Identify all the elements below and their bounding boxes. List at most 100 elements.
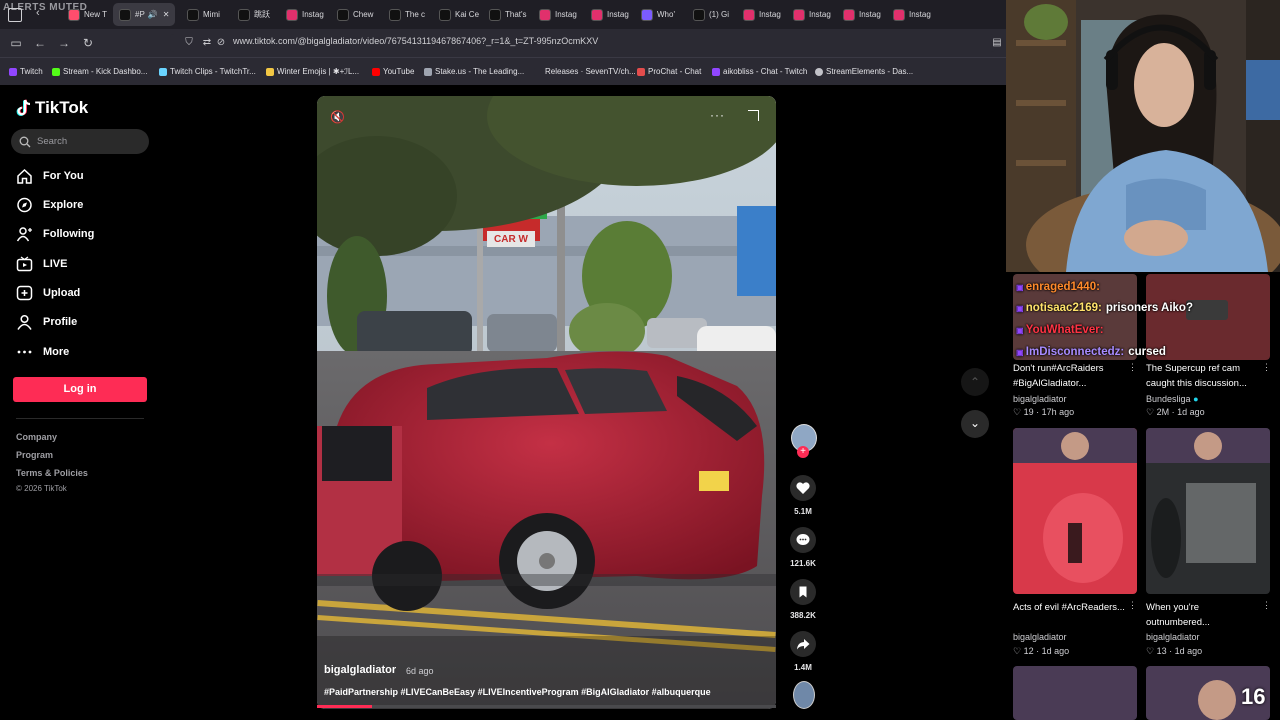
footer-company[interactable]: Company xyxy=(16,432,57,442)
video-options-icon[interactable]: ··· xyxy=(710,108,725,122)
browser-tab-active[interactable]: #P 🔊 ✕ xyxy=(113,3,175,26)
video-author[interactable]: bigalgladiator xyxy=(324,664,396,676)
comment-count: 121.6K xyxy=(790,559,816,568)
bookmark-kick[interactable]: Stream - Kick Dashbo... xyxy=(52,67,147,76)
tab-label: Kai Ce xyxy=(455,10,480,19)
tiktok-logo[interactable]: TikTok xyxy=(16,98,88,118)
chat-message: ▣ ImDisconnectedz: cursed xyxy=(1016,346,1166,358)
tab-favicon-icon xyxy=(693,8,705,21)
video-progress-track[interactable] xyxy=(317,705,776,708)
mute-icon[interactable]: 🔇 xyxy=(330,110,345,124)
nav-explore[interactable]: Explore xyxy=(16,197,83,213)
browser-tab[interactable]: 跳跃 xyxy=(232,3,280,26)
sub-count-badge: 16 xyxy=(1241,684,1266,709)
browser-tab[interactable]: Chew xyxy=(331,3,379,26)
bookmark-aikobliss-chat[interactable]: aikobliss - Chat - Twitch xyxy=(712,67,807,76)
search-icon xyxy=(19,136,31,147)
comment-button[interactable] xyxy=(790,527,816,553)
shield-icon[interactable]: ⛉ xyxy=(182,36,196,50)
sidebar-toggle-icon[interactable]: ▭ xyxy=(9,36,23,50)
browser-tab[interactable]: That's xyxy=(483,3,531,26)
browser-tab[interactable]: New T xyxy=(62,3,110,26)
next-video-button[interactable]: ⌄ xyxy=(961,410,989,438)
browser-tab[interactable]: Instag xyxy=(837,3,885,26)
thumbnail-image xyxy=(1146,428,1270,594)
card-author-2[interactable]: Bundesliga ● xyxy=(1146,394,1199,404)
tab-favicon-icon xyxy=(337,8,349,21)
nav-following[interactable]: Following xyxy=(16,226,94,242)
card-title-3[interactable]: Acts of evil #ArcReaders... xyxy=(1013,600,1128,615)
tiktok-wordmark: TikTok xyxy=(35,98,89,117)
browser-tab[interactable]: Instag xyxy=(787,3,835,26)
nav-profile[interactable]: Profile xyxy=(16,314,77,330)
bookmark-winter-emojis[interactable]: Winter Emojis | ✱+ℐL... xyxy=(266,67,359,76)
fullscreen-icon[interactable] xyxy=(748,110,759,121)
browser-tab[interactable]: The c xyxy=(383,3,431,26)
tab-list-icon[interactable] xyxy=(8,8,22,22)
footer-program[interactable]: Program xyxy=(16,450,53,460)
previous-video-button[interactable]: ⌃ xyxy=(961,368,989,396)
nav-live[interactable]: LIVE xyxy=(16,256,67,272)
card-menu-icon[interactable]: ⋮ xyxy=(1262,362,1271,373)
card-author-3[interactable]: bigalgladiator xyxy=(1013,632,1067,642)
video-player[interactable]: CAR W xyxy=(317,96,776,709)
bookmark-stake[interactable]: Stake.us - The Leading... xyxy=(424,67,524,76)
nav-label: Upload xyxy=(43,287,81,299)
sound-disc-icon[interactable] xyxy=(793,681,815,709)
browser-tab[interactable]: (1) Gi xyxy=(687,3,735,26)
reload-button[interactable]: ↻ xyxy=(81,36,95,50)
login-button[interactable]: Log in xyxy=(13,377,147,402)
card-menu-icon[interactable]: ⋮ xyxy=(1262,600,1271,611)
nav-label: LIVE xyxy=(43,258,68,270)
tracking-icon[interactable]: ⊘ xyxy=(214,36,228,50)
reader-view-icon[interactable]: ▤ xyxy=(990,36,1004,50)
card-title-1[interactable]: Don't run#ArcRaiders #BigAlGladiator... xyxy=(1013,361,1128,391)
card-author-1[interactable]: bigalgladiator xyxy=(1013,394,1067,404)
share-icon xyxy=(797,639,810,650)
forward-button[interactable]: → xyxy=(57,36,71,50)
card-author-4[interactable]: bigalgladiator xyxy=(1146,632,1200,642)
video-caption[interactable]: #PaidPartnership #LIVECanBeEasy #LIVEInc… xyxy=(324,687,711,697)
bookmark-streamelements[interactable]: StreamElements - Das... xyxy=(815,67,913,76)
video-thumbnail-3[interactable] xyxy=(1013,428,1137,594)
search-input[interactable]: Search xyxy=(11,129,149,154)
bookmark-label: Releases · SevenTV/ch... xyxy=(545,67,636,76)
back-button[interactable]: ← xyxy=(33,36,47,50)
share-button[interactable] xyxy=(790,631,816,657)
bookmark-prochat[interactable]: ProChat - Chat xyxy=(637,67,701,76)
card-menu-icon[interactable]: ⋮ xyxy=(1128,362,1137,373)
browser-tab[interactable]: Instag xyxy=(887,3,935,26)
nav-label: For You xyxy=(43,170,84,182)
tab-close-icon[interactable]: ✕ xyxy=(163,10,170,19)
bookmark-youtube[interactable]: YouTube xyxy=(372,67,414,76)
like-button[interactable] xyxy=(790,475,816,501)
card-title-2[interactable]: The Supercup ref cam caught this discuss… xyxy=(1146,361,1264,391)
tab-audio-icon[interactable]: 🔊 xyxy=(148,10,158,19)
tab-label: Mimi xyxy=(203,10,220,19)
card-menu-icon[interactable]: ⋮ xyxy=(1128,600,1137,611)
nav-upload[interactable]: Upload xyxy=(16,285,80,301)
card-likes: 19 xyxy=(1023,407,1034,417)
save-button[interactable] xyxy=(790,579,816,605)
browser-tab[interactable]: Instag xyxy=(280,3,328,26)
nav-more[interactable]: More xyxy=(16,344,69,360)
browser-tab[interactable]: Instag xyxy=(737,3,785,26)
video-thumbnail-5[interactable] xyxy=(1013,666,1137,720)
footer-copyright: © 2026 TikTok xyxy=(16,484,67,493)
bookmark-twitchtracker[interactable]: Twitch Clips - TwitchTr... xyxy=(159,67,256,76)
browser-tab[interactable]: Instag xyxy=(585,3,633,26)
permissions-icon[interactable]: ⇄ xyxy=(200,36,214,50)
nav-for-you[interactable]: For You xyxy=(16,168,84,184)
follow-button[interactable]: + xyxy=(797,446,809,458)
scroll-tabs-icon[interactable]: ‹ xyxy=(36,7,40,19)
bookmark-seventv[interactable]: Releases · SevenTV/ch... xyxy=(534,67,636,76)
address-url[interactable]: www.tiktok.com/@bigalgladiator/video/767… xyxy=(233,36,598,46)
browser-tab[interactable]: Who' xyxy=(635,3,683,26)
browser-tab[interactable]: Kai Ce xyxy=(433,3,481,26)
footer-terms[interactable]: Terms & Policies xyxy=(16,468,88,478)
browser-tab[interactable]: Instag xyxy=(533,3,581,26)
card-title-4[interactable]: When you're outnumbered... xyxy=(1146,600,1261,630)
video-thumbnail-4[interactable] xyxy=(1146,428,1270,594)
bookmark-twitch[interactable]: Twitch xyxy=(9,67,43,76)
browser-tab[interactable]: Mimi xyxy=(181,3,229,26)
